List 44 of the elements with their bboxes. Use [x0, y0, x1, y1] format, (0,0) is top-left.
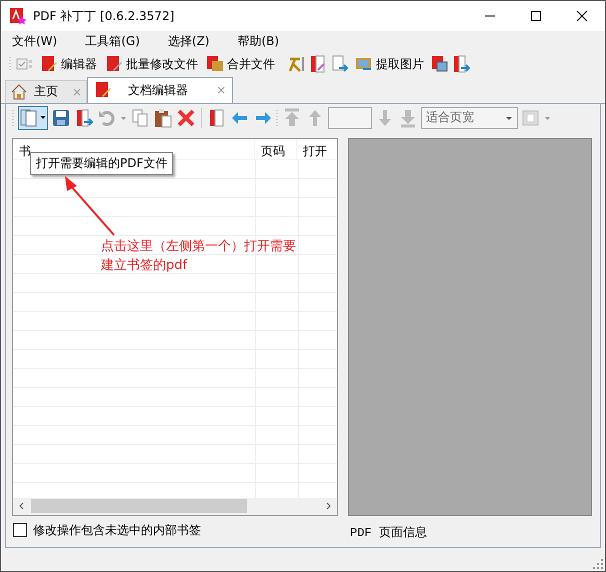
- grip-icon: [276, 108, 279, 127]
- column-header[interactable]: 打开: [297, 138, 337, 160]
- home-icon: [10, 82, 28, 101]
- tab[interactable]: 主页 ×: [5, 80, 88, 103]
- app-logo-icon: [9, 7, 27, 25]
- pdf-export-icon[interactable]: [452, 55, 470, 74]
- include-bookmarks-checkbox[interactable]: 修改操作包含未选中的内部书签: [12, 522, 338, 539]
- page-number-field[interactable]: [328, 106, 372, 129]
- tooltip: 打开需要编辑的PDF文件: [30, 152, 174, 175]
- menu-item[interactable]: 文件(W): [5, 33, 64, 50]
- tab[interactable]: 文档编辑器 ×: [87, 76, 234, 103]
- delete-icon[interactable]: [176, 108, 196, 128]
- zoom-dropdown[interactable]: 适合页宽: [421, 106, 518, 129]
- menu-item[interactable]: 选择(Z): [160, 33, 216, 50]
- menu-item[interactable]: 帮助(B): [230, 33, 286, 50]
- editor-button[interactable]: 编辑器: [38, 53, 99, 76]
- merge-files-button[interactable]: 合并文件: [204, 53, 277, 76]
- annotation-arrow: [62, 174, 116, 237]
- save-icon[interactable]: [51, 108, 71, 128]
- batch-modify-button[interactable]: 批量修改文件: [103, 53, 200, 76]
- export-icon[interactable]: [74, 108, 94, 128]
- caret-icon: [40, 116, 46, 120]
- checkbox-toggle-icon[interactable]: [16, 57, 34, 72]
- view-mode-icon[interactable]: [521, 108, 541, 128]
- merge-icon: [206, 55, 224, 74]
- copy-icon[interactable]: [130, 108, 150, 128]
- menu-item[interactable]: 工具箱(G): [78, 33, 147, 50]
- pdf-edit-icon: [40, 55, 58, 74]
- pdf-edit-icon: [105, 55, 123, 74]
- page-export-icon[interactable]: [331, 55, 349, 74]
- grip-icon: [12, 108, 15, 127]
- column-header[interactable]: 页码: [255, 138, 297, 160]
- extract-images-button[interactable]: 提取图片: [353, 53, 426, 76]
- open-file-button[interactable]: [18, 106, 48, 130]
- page-info: PDF 页面信息: [349, 524, 428, 541]
- window-title: PDF 补丁丁 [0.6.2.3572]: [33, 8, 174, 24]
- paste-icon[interactable]: [153, 108, 173, 128]
- resize-grip-icon: [593, 559, 603, 569]
- text-icon[interactable]: [287, 55, 305, 74]
- pdf-edit-icon: [94, 81, 112, 100]
- horizontal-scrollbar[interactable]: [13, 498, 337, 515]
- annotation-text: 点击这里（左侧第一个）打开需要 建立书签的pdf: [101, 238, 296, 275]
- document-edit-icon[interactable]: [309, 55, 327, 74]
- pdf-convert-icon[interactable]: [430, 55, 448, 74]
